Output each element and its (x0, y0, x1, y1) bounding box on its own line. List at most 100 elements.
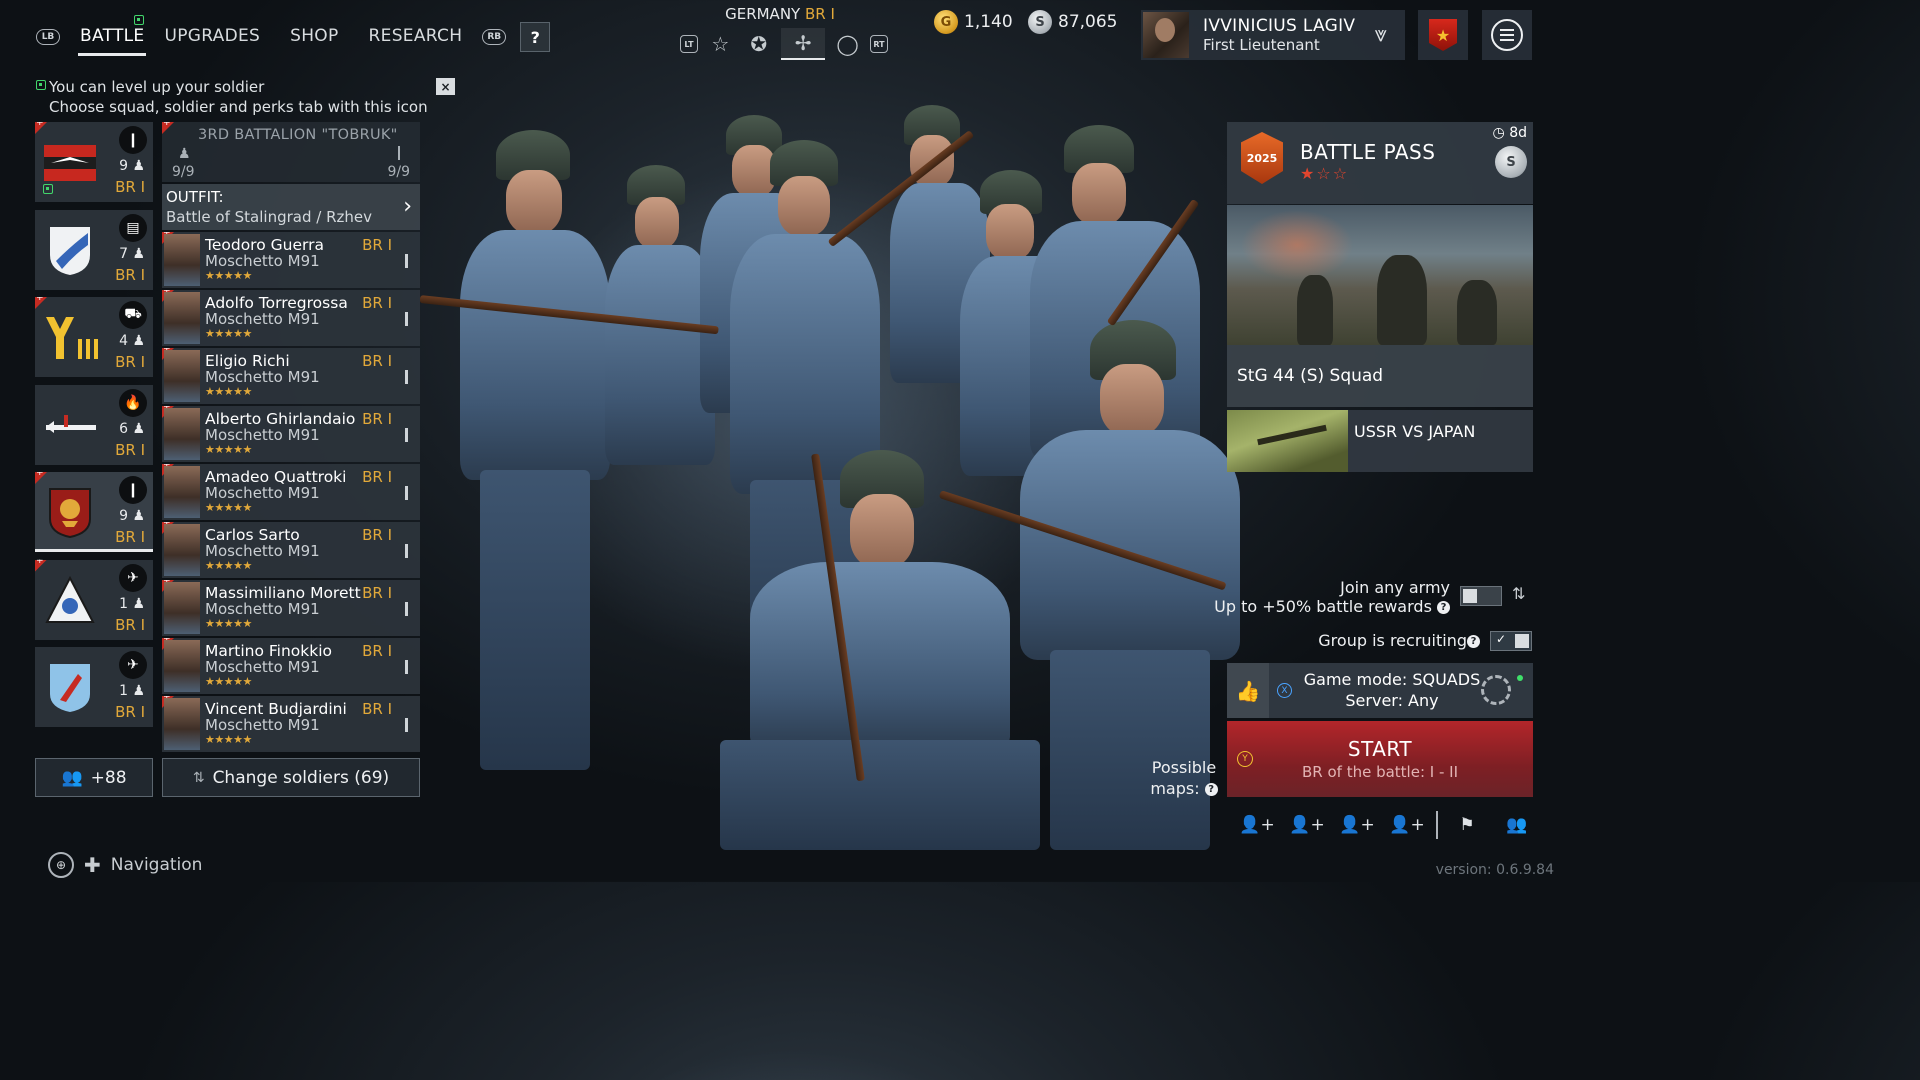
battle-pass-stars: ★☆☆ (1300, 164, 1350, 183)
chevron-right-icon: › (403, 194, 412, 219)
help-icon[interactable]: ? (1437, 601, 1450, 614)
soldier-portrait (164, 292, 200, 344)
soldier-rank-stars: ★★★★★ (205, 559, 252, 572)
help-icon[interactable]: ? (1467, 635, 1480, 648)
change-soldiers-button[interactable]: ⇅ Change soldiers (69) (162, 758, 420, 797)
version-label: version: 0.6.9.84 (1435, 862, 1554, 878)
soldier-row[interactable]: Massimiliano MorettMoschetto M91★★★★★BR … (162, 580, 420, 636)
lion-emblem-icon (41, 484, 99, 542)
rb-button[interactable]: RB (482, 29, 507, 45)
aircraft-type-icon: ✈ (119, 563, 147, 592)
squad-detail: 3RD BATTALION "TOBRUK" ♟ 9/9 9/9 OUTFIT:… (162, 122, 420, 752)
squad-br: BR I (115, 528, 145, 546)
squad-card[interactable]: ✈ 1 ♟ BR I (35, 647, 153, 727)
flag-icon[interactable]: ⚑ (1442, 810, 1492, 840)
circle-icon[interactable]: ◯ (832, 28, 864, 60)
new-marker-icon (35, 122, 47, 134)
tip-line-2: Choose squad, soldier and perks tab with… (49, 98, 428, 116)
possible-maps[interactable]: Possible maps: ? (1146, 757, 1222, 799)
start-button[interactable]: Y START BR of the battle: I - II (1227, 721, 1533, 797)
battle-pass-card[interactable]: 2025 BATTLE PASS ★☆☆ ◷ 8d S (1227, 122, 1533, 204)
main-menu-button[interactable] (1482, 10, 1532, 60)
event-card[interactable]: USSR VS JAPAN (1227, 410, 1533, 472)
soldier-weapon: Moschetto M91 (205, 600, 320, 618)
iron-cross-icon[interactable]: ✢ (781, 28, 826, 60)
soldier-row[interactable]: Alberto GhirlandaioMoschetto M91★★★★★BR … (162, 406, 420, 462)
squad-card-selected[interactable]: ❙ 9 ♟ BR I (35, 472, 153, 552)
hamburger-icon (1491, 19, 1523, 51)
group-icon[interactable]: 👥 (1492, 810, 1542, 840)
battle-pass-reward-image[interactable] (1227, 205, 1533, 345)
soldier-icon: ♟ (132, 420, 145, 437)
soldier-row[interactable]: Teodoro GuerraMoschetto M91★★★★★BR I (162, 232, 420, 288)
level-up-tip: You can level up your soldier Choose squ… (36, 77, 428, 117)
help-button[interactable]: ? (520, 22, 551, 52)
soldier-row[interactable]: Adolfo TorregrossaMoschetto M91★★★★★BR I (162, 290, 420, 346)
tab-shop[interactable]: SHOP (290, 18, 338, 56)
online-status-icon (1517, 675, 1523, 681)
top-nav: LB BATTLE UPGRADES SHOP RESEARCH RB ? (36, 18, 551, 56)
soldier-row[interactable]: Eligio RichiMoschetto M91★★★★★BR I (162, 348, 420, 404)
new-marker-icon (35, 297, 47, 309)
silver-coin-icon: S (1495, 146, 1527, 178)
soldier-row[interactable]: Amadeo QuattrokiMoschetto M91★★★★★BR I (162, 464, 420, 520)
invite-friend-icon[interactable]: 👤+ (1332, 810, 1382, 840)
squad-size-left: 9/9 (172, 164, 195, 180)
tab-research[interactable]: RESEARCH (369, 18, 463, 56)
soldier-row[interactable]: Vincent BudjardiniMoschetto M91★★★★★BR I (162, 696, 420, 752)
soldier-br: BR I (362, 642, 392, 660)
lt-button[interactable]: LT (680, 35, 698, 53)
soldier-row[interactable]: Martino FinokkioMoschetto M91★★★★★BR I (162, 638, 420, 694)
soldier-br: BR I (362, 410, 392, 428)
player-profile[interactable]: IVVINICIUS LAGIV First Lieutenant ⩔ (1141, 10, 1405, 60)
check-icon: ✓ (1496, 632, 1507, 646)
ammo-icon (405, 312, 408, 326)
navigation-hint: ⊕ ✚ Navigation (48, 852, 202, 878)
squad-card[interactable]: ▤ 7 ♟ BR I (35, 209, 153, 290)
tab-upgrades[interactable]: UPGRADES (164, 18, 260, 56)
soldier-weapon: Moschetto M91 (205, 426, 320, 444)
soldier-br: BR I (362, 294, 392, 312)
join-any-army-toggle[interactable] (1460, 586, 1502, 606)
group-recruiting-toggle[interactable]: ✓ (1490, 631, 1532, 651)
silver-coin-icon: S (1028, 10, 1052, 34)
infantry-type-icon: ❙ (119, 126, 147, 154)
invite-friend-icon[interactable]: 👤+ (1282, 810, 1332, 840)
game-mode-panel[interactable]: 👍 X Game mode: SQUADS Server: Any (1227, 663, 1533, 718)
invite-friend-icon[interactable]: 👤+ (1232, 810, 1282, 840)
squad-br: BR I (115, 178, 145, 196)
soldier-rank-stars: ★★★★★ (205, 385, 252, 398)
player-rank: First Lieutenant (1203, 36, 1320, 54)
invite-friend-icon[interactable]: 👤+ (1382, 810, 1432, 840)
country-selector[interactable]: GERMANY BR I (680, 4, 880, 23)
squad-name[interactable]: 3RD BATTALION "TOBRUK" (198, 127, 398, 143)
tip-line-1: You can level up your soldier (49, 78, 265, 96)
squad-card[interactable]: ❙ 9 ♟ BR I (35, 122, 153, 202)
group-recruiting-option: Group is recruiting? (1150, 631, 1480, 650)
clock-icon: ◷ (1492, 125, 1505, 141)
soldier-icon: ♟ (132, 683, 145, 699)
soldier-rank-stars: ★★★★★ (205, 269, 252, 282)
star-circle-icon[interactable]: ✪ (743, 28, 775, 60)
achievements-button[interactable]: ★ (1418, 10, 1468, 60)
help-icon[interactable]: ? (1204, 783, 1218, 796)
squad-card[interactable]: ✈ 1 ♟ BR I (35, 559, 153, 640)
thumbs-up-icon[interactable]: 👍 (1227, 663, 1269, 718)
soldier-icon: ♟ (132, 158, 145, 174)
squad-3d-scene (419, 90, 1240, 882)
squad-card[interactable]: ⛟ 4 ♟ BR I (35, 297, 153, 377)
ammo-icon (405, 544, 408, 558)
lb-button[interactable]: LB (36, 29, 60, 45)
triangle-emblem-icon (41, 572, 99, 630)
rt-button[interactable]: RT (869, 35, 888, 53)
star-icon[interactable]: ☆ (704, 28, 736, 60)
outfit-selector[interactable]: OUTFIT: Battle of Stalingrad / Rzhev › (162, 184, 420, 230)
soldier-portrait (164, 408, 200, 460)
ammo-icon (405, 370, 408, 384)
close-tip-button[interactable]: × (436, 78, 455, 95)
squad-card[interactable]: 🔥 6 ♟ BR I (35, 384, 153, 465)
battle-pass-reward-label[interactable]: StG 44 (S) Squad (1227, 345, 1533, 407)
squad-soldier-count: 1 (119, 595, 128, 612)
reserve-button[interactable]: 👥 +88 (35, 758, 153, 797)
soldier-row[interactable]: Carlos SartoMoschetto M91★★★★★BR I (162, 522, 420, 578)
